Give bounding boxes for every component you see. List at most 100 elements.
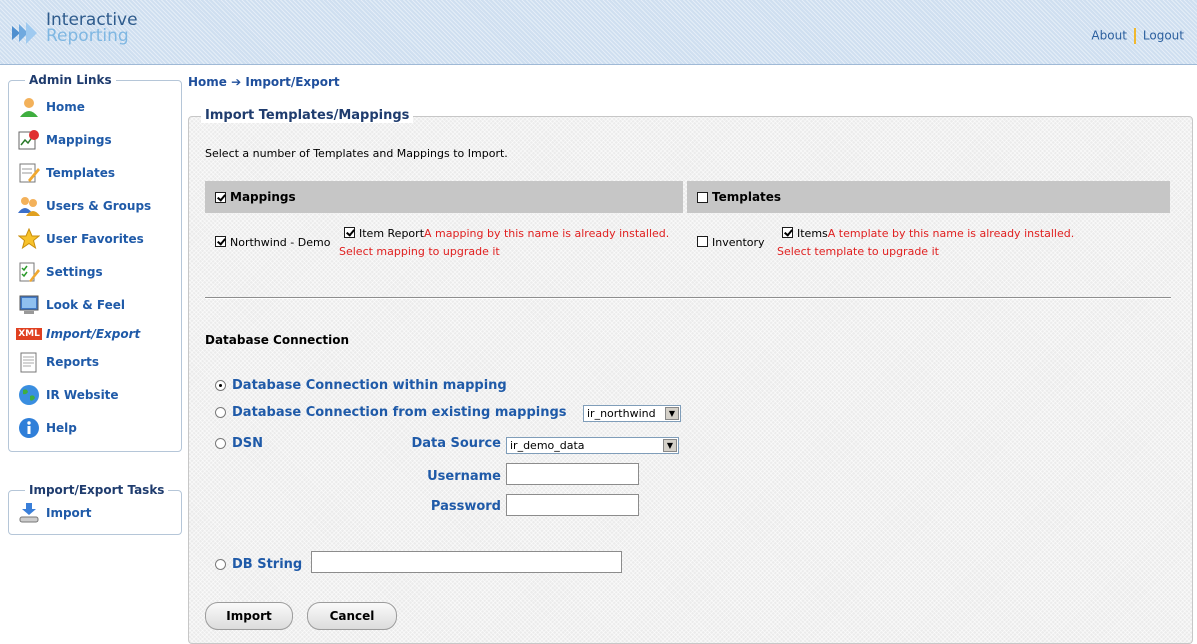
template-item-inventory: Inventory xyxy=(697,236,765,249)
about-link[interactable]: About xyxy=(1091,29,1126,43)
password-label: Password xyxy=(430,499,501,514)
logo-line2: Reporting xyxy=(46,26,129,46)
monitor-icon xyxy=(17,293,41,317)
sidebar-item-user-favorites[interactable]: User Favorites xyxy=(17,226,144,252)
app-header: Interactive Reporting About Logout xyxy=(0,0,1197,65)
existing-mapping-select[interactable]: ir_northwind ▼ xyxy=(583,405,681,422)
db-option-existing-mappings[interactable]: Database Connection from existing mappin… xyxy=(215,405,567,420)
sidebar-item-ir-website[interactable]: IR Website xyxy=(17,382,119,408)
link-separator xyxy=(1133,28,1136,44)
sidebar-item-label: Templates xyxy=(46,166,116,180)
tasks-panel: Import/Export Tasks Import xyxy=(8,483,182,535)
template-items-label: Items xyxy=(797,227,828,240)
username-input[interactable] xyxy=(506,463,639,485)
xml-badge: XML xyxy=(16,328,42,340)
breadcrumb-home[interactable]: Home xyxy=(188,75,227,89)
db-existing-radio[interactable] xyxy=(215,407,226,418)
templates-select-all-checkbox[interactable] xyxy=(697,191,708,203)
xml-icon: XML xyxy=(16,322,42,346)
password-input[interactable] xyxy=(506,494,639,516)
template-inventory-label: Inventory xyxy=(712,236,765,249)
sidebar-item-templates[interactable]: Templates xyxy=(17,160,115,186)
user-icon xyxy=(17,95,41,119)
info-icon xyxy=(17,416,41,440)
sidebar-item-import-export[interactable]: XML Import/Export xyxy=(16,321,141,347)
template-inventory-checkbox[interactable] xyxy=(697,236,708,247)
admin-links-panel: Admin Links Home Mappings Templates User… xyxy=(8,73,182,452)
db-string-input[interactable] xyxy=(311,551,622,573)
username-label: Username xyxy=(427,469,501,484)
db-option-dsn[interactable]: DSN xyxy=(215,436,263,451)
db-option-db-string[interactable]: DB String xyxy=(215,557,302,572)
page-title: Import Templates/Mappings xyxy=(201,108,414,123)
sidebar-item-label: Home xyxy=(46,100,85,114)
data-source-value: ir_demo_data xyxy=(510,439,585,452)
mapping-item-report-checkbox[interactable] xyxy=(344,227,355,238)
task-item-label: Import xyxy=(46,506,92,520)
template-upgrade-hint: Select template to upgrade it xyxy=(777,245,939,258)
section-divider xyxy=(205,297,1171,299)
mappings-header-label: Mappings xyxy=(230,190,296,204)
settings-icon xyxy=(17,260,41,284)
data-source-label: Data Source xyxy=(411,436,501,451)
db-string-radio[interactable] xyxy=(215,559,226,570)
db-option-within-mapping[interactable]: Database Connection within mapping xyxy=(215,378,507,393)
template-item-items: ItemsA template by this name is already … xyxy=(782,227,1074,240)
data-source-select[interactable]: ir_demo_data ▼ xyxy=(506,437,679,454)
db-dsn-label: DSN xyxy=(232,436,264,451)
mapping-northwind-checkbox[interactable] xyxy=(215,236,226,247)
sidebar-item-reports[interactable]: Reports xyxy=(17,349,99,375)
chevron-down-icon: ▼ xyxy=(663,439,677,452)
import-panel: Import Templates/Mappings Select a numbe… xyxy=(188,108,1193,644)
sidebar-item-users-groups[interactable]: Users & Groups xyxy=(17,193,151,219)
db-within-label: Database Connection within mapping xyxy=(232,378,507,393)
sidebar-item-look-feel[interactable]: Look & Feel xyxy=(17,292,125,318)
users-groups-icon xyxy=(17,194,41,218)
cancel-button[interactable]: Cancel xyxy=(307,602,397,630)
sidebar-item-help[interactable]: Help xyxy=(17,415,77,441)
sidebar-item-label: Look & Feel xyxy=(46,298,126,312)
sidebar-item-label: Settings xyxy=(46,265,103,279)
mapping-upgrade-hint: Select mapping to upgrade it xyxy=(339,245,500,258)
sidebar-item-home[interactable]: Home xyxy=(17,94,85,120)
existing-mapping-value: ir_northwind xyxy=(587,407,656,420)
report-icon xyxy=(17,350,41,374)
sidebar-item-mappings[interactable]: Mappings xyxy=(17,127,112,153)
mapping-item-report-label: Item Report xyxy=(359,227,425,240)
sidebar-item-label: Import/Export xyxy=(46,327,141,341)
sidebar-item-label: Users & Groups xyxy=(46,199,152,213)
import-button[interactable]: Import xyxy=(205,602,293,630)
templates-header-label: Templates xyxy=(712,190,782,204)
mappings-select-all-checkbox[interactable] xyxy=(215,191,226,203)
sidebar-item-label: IR Website xyxy=(46,388,119,402)
sidebar-item-settings[interactable]: Settings xyxy=(17,259,103,285)
logo-arrows-icon xyxy=(12,22,37,44)
logout-link[interactable]: Logout xyxy=(1143,29,1184,43)
mapping-northwind-label: Northwind - Demo xyxy=(230,236,331,249)
db-dsn-radio[interactable] xyxy=(215,438,226,449)
mapping-item-item-report: Item ReportA mapping by this name is alr… xyxy=(344,227,669,240)
mappings-header: Mappings xyxy=(205,181,683,213)
templates-icon xyxy=(17,161,41,185)
templates-header: Templates xyxy=(687,181,1170,213)
sidebar-item-label: Reports xyxy=(46,355,100,369)
db-connection-title: Database Connection xyxy=(205,333,350,347)
mappings-icon xyxy=(17,128,41,152)
tasks-title: Import/Export Tasks xyxy=(25,483,169,497)
import-icon xyxy=(17,501,41,525)
globe-icon xyxy=(17,383,41,407)
db-existing-label: Database Connection from existing mappin… xyxy=(232,405,567,420)
breadcrumb: Home ➔ Import/Export xyxy=(188,75,340,89)
admin-links-title: Admin Links xyxy=(25,73,116,87)
top-links: About Logout xyxy=(1091,28,1184,44)
intro-text: Select a number of Templates and Mapping… xyxy=(205,147,508,160)
sidebar-item-label: Mappings xyxy=(46,133,112,147)
app-logo[interactable]: Interactive Reporting xyxy=(10,12,138,48)
sidebar-item-label: User Favorites xyxy=(46,232,144,246)
template-items-checkbox[interactable] xyxy=(782,227,793,238)
db-within-radio[interactable] xyxy=(215,380,226,391)
task-item-import[interactable]: Import xyxy=(17,500,91,526)
sidebar-item-label: Help xyxy=(46,421,77,435)
mapping-item-northwind: Northwind - Demo xyxy=(215,236,330,249)
chevron-down-icon: ▼ xyxy=(665,407,679,420)
